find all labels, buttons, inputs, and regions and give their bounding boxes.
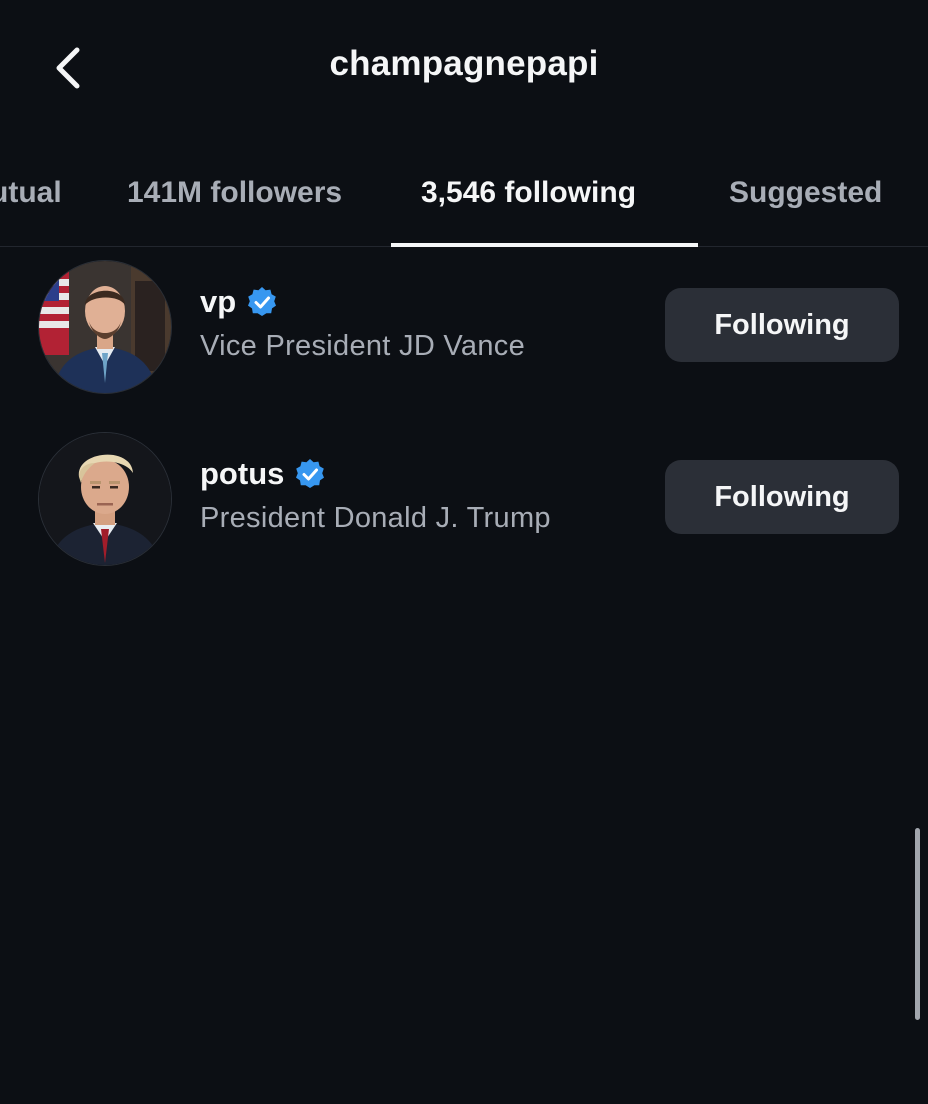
following-button[interactable]: Following xyxy=(665,288,899,362)
full-name: President Donald J. Trump xyxy=(200,502,551,534)
full-name: Vice President JD Vance xyxy=(200,330,525,362)
following-button[interactable]: Following xyxy=(665,460,899,534)
page-title: champagnepapi xyxy=(329,44,599,83)
username-line[interactable]: potus xyxy=(200,456,326,492)
verified-badge-icon xyxy=(248,287,277,316)
scrollbar[interactable] xyxy=(915,828,920,1020)
tab-followers[interactable]: 141M followers xyxy=(127,176,342,210)
avatar[interactable] xyxy=(38,260,172,394)
tab-mutual[interactable]: utual xyxy=(0,176,62,210)
following-list-screen: champagnepapi utual 141M followers 3,546… xyxy=(0,0,928,1104)
avatar[interactable] xyxy=(38,432,172,566)
list-item: vp Vice President JD Vance Following xyxy=(0,258,928,408)
list-item: potus President Donald J. Trump Followin… xyxy=(0,430,928,580)
verified-badge-icon xyxy=(296,459,325,488)
tab-bar: utual 141M followers 3,546 following Sug… xyxy=(0,150,928,247)
tab-following[interactable]: 3,546 following xyxy=(421,176,636,210)
profile-photo-icon xyxy=(39,433,171,565)
username: vp xyxy=(200,284,237,319)
username: potus xyxy=(200,456,285,491)
username-line[interactable]: vp xyxy=(200,284,278,320)
active-tab-indicator xyxy=(391,243,698,247)
header: champagnepapi xyxy=(0,0,928,140)
profile-photo-icon xyxy=(39,261,171,393)
tab-suggested[interactable]: Suggested xyxy=(729,176,882,210)
